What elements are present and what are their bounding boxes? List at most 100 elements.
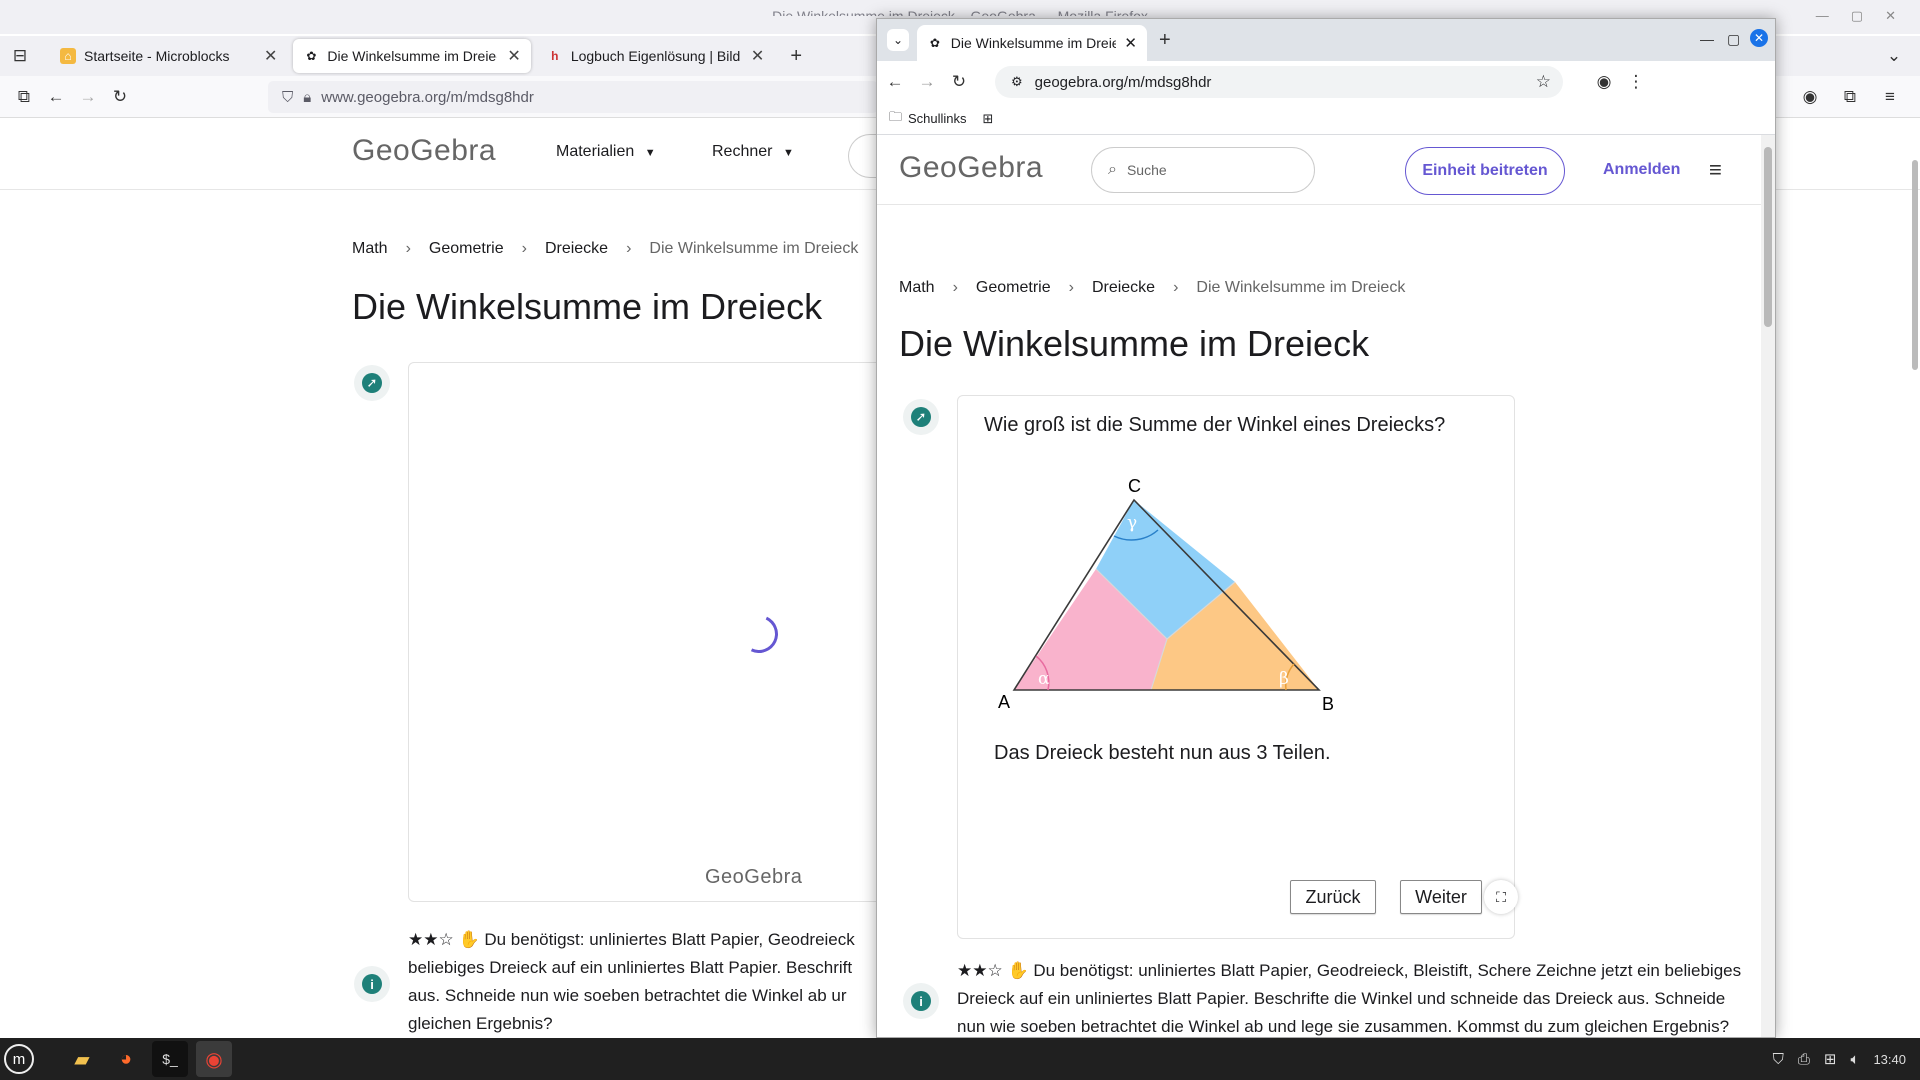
breadcrumb-dreiecke[interactable]: Dreiecke (1092, 279, 1155, 297)
start-menu-icon[interactable]: m (4, 1044, 34, 1074)
task-description: ★★☆ ✋ Du benötigst: unliniertes Blatt Pa… (957, 961, 1742, 1036)
vertex-label-b: B (1322, 694, 1334, 714)
geogebra-icon: ✿ (306, 49, 317, 63)
network-icon[interactable]: ⊞ (1824, 1050, 1837, 1068)
chevron-right-icon: › (626, 240, 632, 257)
breadcrumb-math[interactable]: Math (352, 240, 388, 258)
page-scrollbar[interactable] (1761, 135, 1775, 1037)
chevron-right-icon: › (1173, 279, 1179, 296)
back-icon[interactable]: ← (879, 66, 911, 98)
bookmarks-bar: 🗀 Schullinks ⊞ (877, 103, 1775, 135)
next-button[interactable]: Weiter (1400, 880, 1482, 914)
menu-materials-label: Materialien (556, 143, 635, 160)
applet-frame-loading[interactable] (408, 362, 908, 902)
scrollbar-thumb[interactable] (1764, 147, 1772, 327)
close-icon[interactable]: ✕ (1885, 8, 1896, 24)
geogebra-logo[interactable]: GeoGebra (352, 134, 496, 168)
extensions-icon[interactable]: ⧉ (1834, 81, 1866, 113)
apps-grid-icon[interactable]: ⊞ (983, 111, 994, 127)
bookmark-folder-schullinks[interactable]: Schullinks (908, 111, 967, 126)
taskbar: m ▰ ◕ $_ ◉ ⛉ ⎙ ⊞ 🔈︎ 13:40 (0, 1038, 1920, 1080)
login-link[interactable]: Anmelden (1603, 161, 1680, 179)
chevron-right-icon: › (952, 279, 958, 296)
site-info-icon[interactable]: ⚙ (1011, 74, 1023, 90)
breadcrumb-geometrie[interactable]: Geometrie (976, 279, 1051, 297)
profile-icon[interactable]: ◉ (1588, 66, 1620, 98)
minimize-icon[interactable]: — (1700, 31, 1714, 47)
back-icon[interactable]: ← (40, 81, 72, 113)
forward-icon[interactable]: → (72, 81, 104, 113)
reload-icon[interactable]: ↻ (104, 81, 136, 113)
close-tab-icon[interactable]: ✕ (507, 46, 520, 66)
tab-label: Logbuch Eigenlösung | Bildu (570, 48, 741, 64)
terminal-icon[interactable]: $_ (152, 1041, 188, 1077)
breadcrumb-current: Die Winkelsumme im Dreieck (649, 240, 859, 257)
lock-icon: 🔒︎ (303, 88, 312, 106)
chrome-tab-active[interactable]: ✿ Die Winkelsumme im Dreieck ✕ (917, 25, 1147, 61)
geogebra-applet[interactable]: Wie groß ist die Summe der Winkel eines … (957, 395, 1518, 939)
url-text: www.geogebra.org/m/mdsg8hdr (321, 88, 534, 106)
chevron-right-icon: › (405, 240, 411, 257)
tab-microblocks[interactable]: ⌂ Startseite - Microblocks ✕ (50, 39, 287, 73)
menu-calculator[interactable]: Rechner ▼ (712, 143, 794, 161)
new-tab-icon[interactable]: + (780, 40, 812, 72)
firefox-scrollbar-thumb[interactable] (1912, 160, 1918, 370)
page-title: Die Winkelsumme im Dreieck (352, 286, 823, 327)
breadcrumb: Math › Geometrie › Dreiecke › Die Winkelsum… (899, 279, 1405, 297)
close-tab-icon[interactable]: ✕ (751, 46, 764, 66)
maximize-icon[interactable]: ▢ (1727, 31, 1740, 48)
geogebra-logo[interactable]: GeoGebra (899, 151, 1043, 185)
new-tab-icon[interactable]: + (1159, 29, 1171, 52)
geogebra-icon: ✿ (929, 36, 940, 50)
close-tab-icon[interactable]: ✕ (264, 46, 277, 66)
compass-icon: ➚ (354, 365, 390, 401)
tab-winkelsumme[interactable]: ✿ Die Winkelsumme im Dreieck ✕ (293, 39, 531, 73)
system-tray: ⛉ ⎙ ⊞ 🔈︎ 13:40 (1773, 1038, 1906, 1080)
chrome-icon[interactable]: ◉ (196, 1041, 232, 1077)
list-all-tabs-icon[interactable]: ⌄ (1878, 40, 1910, 72)
minimize-icon[interactable]: — (1816, 8, 1829, 24)
tab-label: Die Winkelsumme im Dreieck (327, 48, 498, 64)
firefox-url-bar[interactable]: ⛉ 🔒︎ www.geogebra.org/m/mdsg8hdr (268, 81, 878, 113)
task-description: ★★☆ ✋ Du benötigst: unliniertes Blatt Pa… (408, 930, 855, 1033)
search-icon: ⌕ (1108, 161, 1117, 178)
tab-label: Startseite - Microblocks (84, 48, 230, 64)
applet-note: Das Dreieck besteht nun aus 3 Teilen. (994, 742, 1331, 764)
search-input[interactable]: ⌕ Suche (1091, 147, 1315, 193)
menu-icon[interactable]: ≡ (1874, 81, 1906, 113)
close-window-icon[interactable]: ✕ (1750, 29, 1768, 47)
clock[interactable]: 13:40 (1873, 1052, 1906, 1067)
shield-icon[interactable]: ⛉ (1773, 1051, 1784, 1068)
tab-search-icon[interactable]: ⌄ (887, 29, 909, 51)
breadcrumb-dreiecke[interactable]: Dreiecke (545, 240, 608, 258)
kebab-menu-icon[interactable]: ⋮ (1620, 66, 1652, 98)
hamburger-menu-icon[interactable]: ≡ (1709, 157, 1722, 183)
angle-label-gamma: γ (1127, 513, 1137, 533)
back-button[interactable]: Zurück (1290, 880, 1376, 914)
account-icon[interactable]: ◉ (1794, 81, 1826, 113)
menu-materials[interactable]: Materialien ▼ (556, 143, 656, 161)
reload-icon[interactable]: ↻ (943, 66, 975, 98)
chevron-right-icon: › (521, 240, 527, 257)
firefox-toolbar-right: ◉ ⧉ ≡ (1794, 81, 1906, 113)
forward-icon[interactable]: → (911, 66, 943, 98)
files-icon[interactable]: ▰ (64, 1041, 100, 1077)
firefox-icon[interactable]: ◕ (108, 1041, 144, 1077)
breadcrumb-math[interactable]: Math (899, 279, 935, 297)
tab-logbuch[interactable]: h Logbuch Eigenlösung | Bildu ✕ (537, 39, 774, 73)
close-tab-icon[interactable]: ✕ (1124, 34, 1137, 52)
firefox-view-icon[interactable]: ⧉ (8, 81, 40, 113)
maximize-icon[interactable]: ▢ (1851, 8, 1863, 24)
chrome-omnibox[interactable]: ⚙ geogebra.org/m/mdsg8hdr ☆ (995, 66, 1563, 98)
logbuch-icon: h (551, 49, 559, 63)
bookmark-star-icon[interactable]: ☆ (1536, 72, 1551, 92)
fullscreen-icon[interactable]: ⛶ (1484, 880, 1518, 914)
applet-geogebra-tag: GeoGebra (705, 866, 803, 888)
microblocks-icon: ⌂ (60, 48, 76, 64)
tab-overview-icon[interactable]: ⊟ (4, 40, 36, 72)
breadcrumb-geometrie[interactable]: Geometrie (429, 240, 504, 258)
printer-icon[interactable]: ⎙ (1798, 1051, 1810, 1068)
volume-icon[interactable]: 🔈︎ (1850, 1051, 1859, 1068)
info-icon: i (354, 966, 390, 1002)
join-class-button[interactable]: Einheit beitreten (1405, 147, 1565, 195)
